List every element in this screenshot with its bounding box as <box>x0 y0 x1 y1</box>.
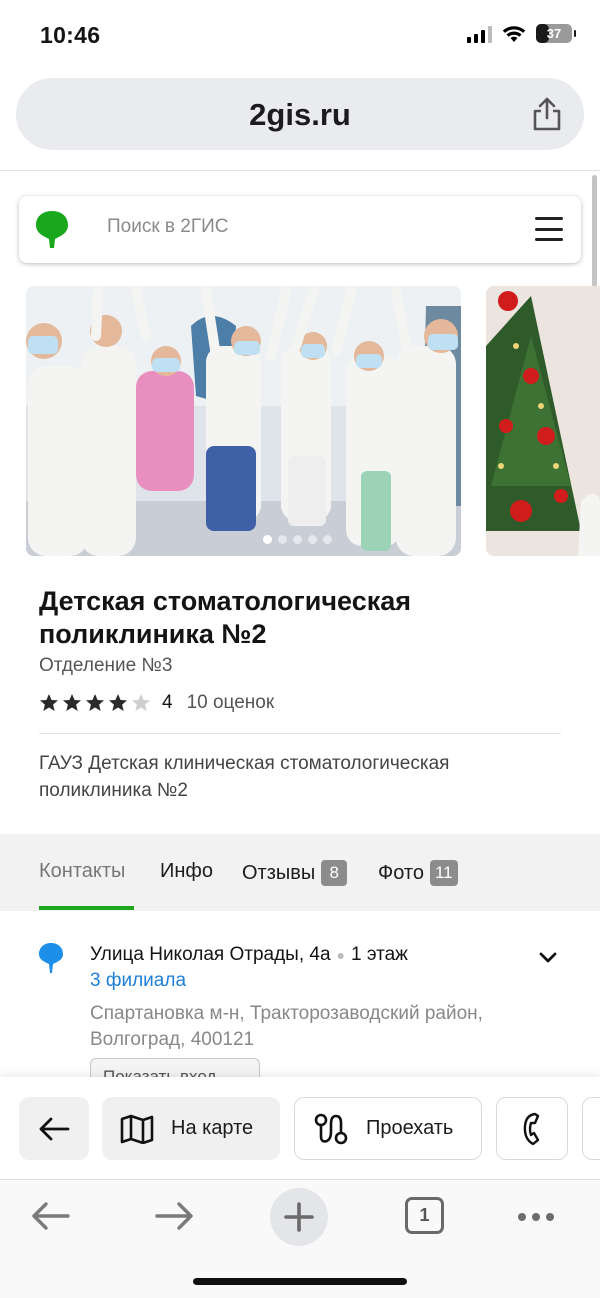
more-icon[interactable] <box>518 1213 554 1221</box>
menu-icon[interactable] <box>535 217 563 241</box>
tab-info[interactable]: Инфо <box>160 860 213 883</box>
url-text[interactable]: 2gis.ru <box>16 97 584 133</box>
carousel-dot[interactable] <box>323 535 332 544</box>
show-on-map-button[interactable]: На карте <box>102 1097 280 1160</box>
tabs-count-button[interactable]: 1 <box>405 1197 444 1234</box>
carousel-dot[interactable] <box>263 535 272 544</box>
battery-level: 37 <box>546 26 562 41</box>
map-icon <box>120 1114 154 1144</box>
wifi-icon <box>502 25 526 42</box>
street-address: Улица Николая Отрады, 4а <box>90 944 331 965</box>
carousel-dot[interactable] <box>278 535 287 544</box>
carousel-dot[interactable] <box>293 535 302 544</box>
battery-icon: 37 <box>536 24 576 43</box>
plus-icon <box>284 1202 314 1232</box>
tab-label: Контакты <box>39 860 126 882</box>
rating-row[interactable]: 4 10 оценок <box>39 691 274 715</box>
tab-photos[interactable]: Фото 11 <box>378 860 458 886</box>
star-filled-icon <box>63 694 81 711</box>
place-name: Детская стоматологическая поликлиника №2 <box>39 586 412 649</box>
photo-main[interactable] <box>26 286 461 556</box>
photo-next[interactable] <box>486 286 600 556</box>
route-button-label: Проехать <box>366 1117 454 1139</box>
phone-icon <box>523 1112 540 1145</box>
map-button-label: На карте <box>171 1117 254 1139</box>
rating-stars <box>39 693 151 713</box>
status-time: 10:46 <box>40 22 101 48</box>
route-button[interactable]: Проехать <box>294 1097 482 1160</box>
location-pin-icon <box>39 943 63 973</box>
star-filled-icon <box>86 694 104 711</box>
star-filled-icon <box>109 694 127 711</box>
active-tab-indicator <box>39 906 134 910</box>
separator-dot: ● <box>336 946 345 963</box>
chevron-down-icon[interactable] <box>538 947 558 967</box>
tab-reviews[interactable]: Отзывы 8 <box>242 860 348 886</box>
2gis-logo-icon[interactable] <box>35 209 69 249</box>
divider <box>0 170 600 171</box>
tab-label: Фото <box>378 861 424 884</box>
back-button[interactable] <box>19 1097 89 1160</box>
staff-photo <box>26 286 461 556</box>
christmas-tree-photo <box>486 286 600 556</box>
branch-name: Отделение №3 <box>39 655 173 676</box>
browser-back-icon[interactable] <box>30 1200 70 1232</box>
status-icons: 37 <box>467 24 576 43</box>
search-input[interactable] <box>107 216 487 238</box>
divider <box>39 733 561 734</box>
rating-count[interactable]: 10 оценок <box>187 692 275 714</box>
carousel-dots <box>263 535 332 544</box>
tabs-bar: Контакты Инфо Отзывы 8 Фото 11 <box>0 834 600 911</box>
tab-label: Отзывы <box>242 861 316 884</box>
call-button[interactable] <box>496 1097 568 1160</box>
district-address: Спартановка м-н, Тракторозаводский район… <box>90 1003 483 1050</box>
cellular-signal-icon <box>467 25 492 43</box>
home-indicator[interactable] <box>193 1278 407 1285</box>
arrow-left-icon <box>39 1117 70 1140</box>
address-line[interactable]: Улица Николая Отрады, 4а ● 1 этаж <box>90 944 408 966</box>
reviews-count-badge: 8 <box>321 860 348 886</box>
more-actions-button[interactable] <box>582 1097 600 1160</box>
carousel-dot[interactable] <box>308 535 317 544</box>
star-filled-icon <box>40 694 58 711</box>
star-empty-icon <box>132 694 150 711</box>
tab-contacts[interactable]: Контакты <box>39 860 125 883</box>
status-bar: 10:46 37 <box>0 0 600 70</box>
route-icon <box>314 1113 348 1144</box>
browser-forward-icon[interactable] <box>155 1200 195 1232</box>
floor: 1 этаж <box>350 944 408 965</box>
new-tab-button[interactable] <box>270 1188 328 1246</box>
branches-link[interactable]: 3 филиала <box>90 970 186 992</box>
scrollbar[interactable] <box>592 175 597 287</box>
tab-label: Инфо <box>160 860 213 882</box>
rating-value: 4 <box>162 692 173 713</box>
action-bar: На карте Проехать <box>0 1077 600 1179</box>
photos-count-badge: 11 <box>429 860 458 886</box>
url-bar[interactable]: 2gis.ru <box>16 78 584 150</box>
legal-name: ГАУЗ Детская клиническая стоматологическ… <box>39 753 450 801</box>
search-bar[interactable] <box>19 196 581 263</box>
share-icon[interactable] <box>530 96 564 132</box>
